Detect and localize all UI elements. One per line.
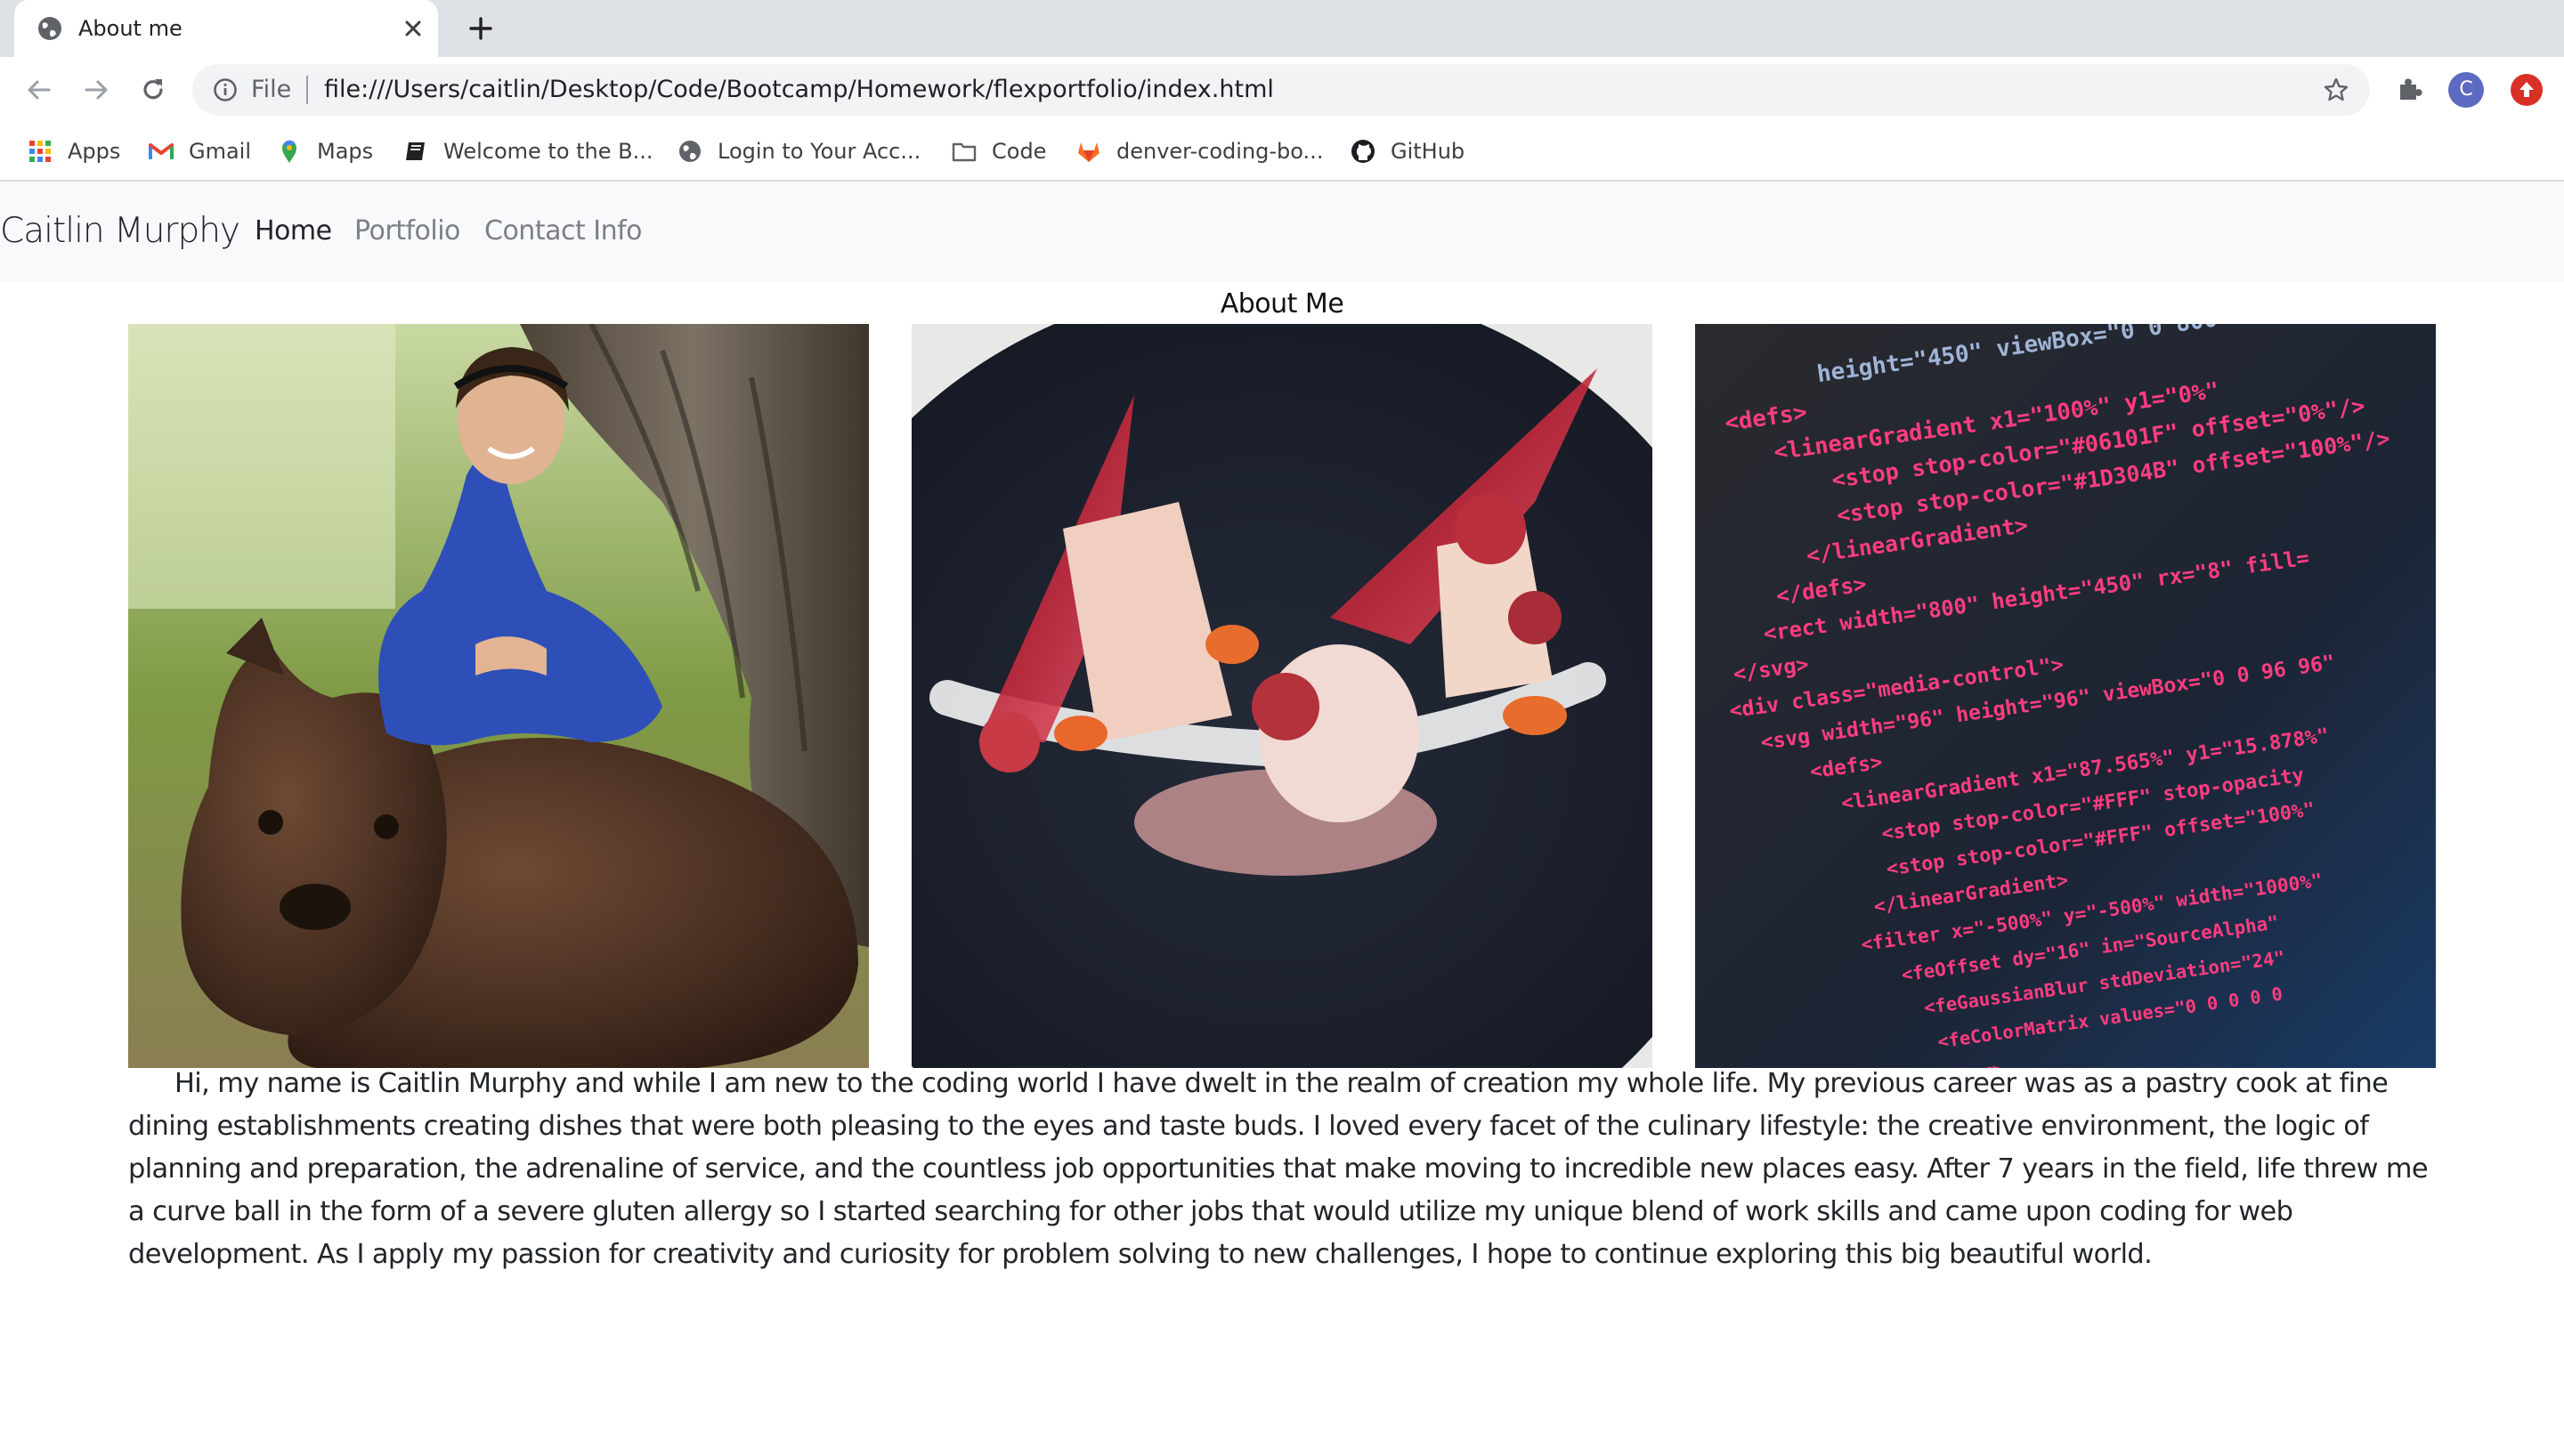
bio-paragraph: Hi, my name is Caitlin Murphy and while … (128, 1068, 2429, 1270)
section-title: About Me (1220, 288, 1344, 320)
bookmark-label: denver-coding-bo... (1116, 139, 1324, 164)
globe-icon (38, 17, 61, 40)
gmail-icon (149, 143, 174, 159)
gitlab-icon (1078, 142, 1099, 162)
code-photo-illustration: height="450" viewBox="0 0 800 450"<defs>… (1695, 324, 2436, 1068)
info-icon[interactable] (212, 77, 239, 103)
url-text[interactable]: file:///Users/caitlin/Desktop/Code/Bootc… (324, 77, 1274, 103)
url-scheme-label: File (251, 76, 292, 103)
apps-grid-icon (29, 141, 51, 162)
book-icon (406, 142, 425, 160)
extensions-puzzle-icon[interactable] (2393, 74, 2425, 106)
bookmark-label: Welcome to the B... (443, 139, 653, 164)
bookmark-login[interactable]: Login to Your Acc... (677, 135, 921, 167)
bookmark-label: Code (992, 139, 1047, 164)
page-content: Caitlin Murphy Home Portfolio Contact In… (0, 182, 2564, 1456)
address-bar[interactable]: File file:///Users/caitlin/Desktop/Code/… (192, 64, 2370, 116)
bookmark-label: Login to Your Acc... (718, 139, 921, 164)
photo-plated-dessert (912, 324, 1652, 1068)
bookmark-welcome[interactable]: Welcome to the B... (402, 135, 653, 167)
tab-title: About me (78, 16, 183, 41)
reload-icon[interactable] (137, 74, 169, 106)
folder-icon (952, 142, 977, 162)
bookmark-denver-coding[interactable]: denver-coding-bo... (1075, 135, 1323, 167)
profile-avatar[interactable]: C (2448, 72, 2484, 108)
back-arrow-icon[interactable] (23, 74, 55, 106)
bookmark-label: Apps (68, 139, 121, 164)
site-brand-link[interactable]: Caitlin Murphy (0, 206, 240, 256)
photo-code-on-screen: height="450" viewBox="0 0 800 450"<defs>… (1695, 324, 2436, 1068)
globe-icon (679, 141, 701, 162)
browser-tab-about-me[interactable]: About me (14, 0, 438, 59)
photo-portrait-with-wombat-sculpture (128, 324, 869, 1068)
tab-strip: About me (0, 0, 2564, 59)
nav-link-contact-info[interactable]: Contact Info (484, 212, 643, 251)
bookmark-label: Gmail (189, 139, 252, 164)
new-tab-plus-icon[interactable] (465, 12, 497, 44)
portrait-photo-illustration (128, 324, 869, 1068)
bookmarks-bar: Apps Gmail Maps Welcome to the B... Logi… (0, 123, 2564, 182)
nav-link-home[interactable]: Home (255, 212, 332, 251)
maps-pin-icon (282, 140, 296, 163)
site-navbar: Caitlin Murphy Home Portfolio Contact In… (0, 182, 2564, 281)
url-separator (306, 76, 308, 104)
bookmark-maps[interactable]: Maps (276, 135, 373, 167)
bookmark-github[interactable]: GitHub (1350, 135, 1465, 167)
update-icon[interactable] (2511, 74, 2543, 106)
bookmark-code-folder[interactable]: Code (951, 135, 1046, 167)
forward-arrow-icon[interactable] (80, 74, 112, 106)
bookmark-apps[interactable]: Apps (27, 135, 120, 167)
browser-toolbar: File file:///Users/caitlin/Desktop/Code/… (0, 57, 2564, 123)
bookmark-star-icon[interactable] (2322, 76, 2350, 104)
nav-link-portfolio[interactable]: Portfolio (354, 212, 460, 251)
close-icon[interactable] (399, 14, 427, 43)
bookmark-label: GitHub (1391, 139, 1465, 164)
bookmark-gmail[interactable]: Gmail (148, 135, 251, 167)
dessert-photo-illustration (912, 324, 1652, 1068)
github-icon (1351, 140, 1375, 163)
bookmark-label: Maps (317, 139, 374, 164)
